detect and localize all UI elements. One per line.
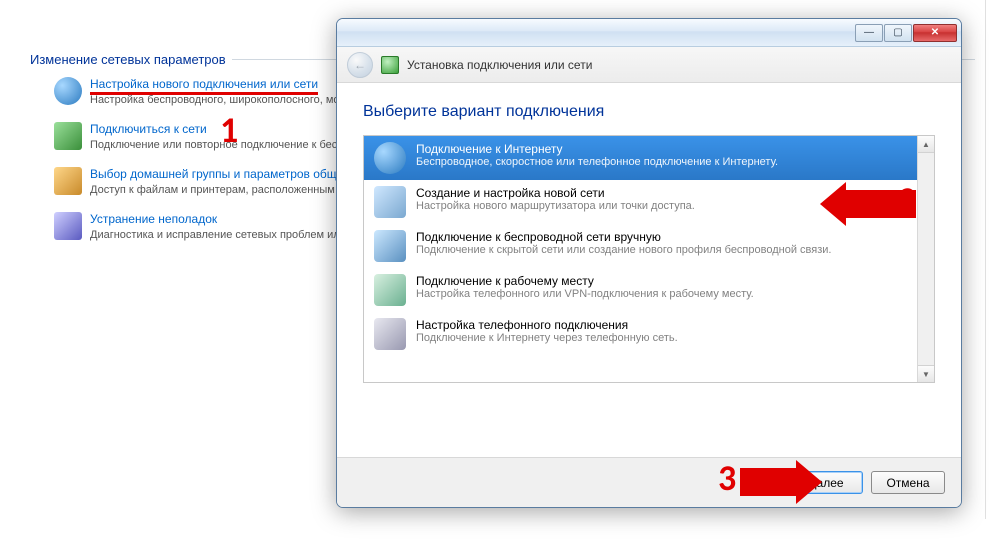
annotation-number-1: 1 <box>220 108 238 152</box>
wireless-icon <box>374 230 406 262</box>
option-subtitle: Настройка нового маршрутизатора или точк… <box>416 200 695 212</box>
close-button[interactable]: ✕ <box>913 24 957 42</box>
annotation-number-2: 2 <box>898 178 916 222</box>
scroll-down-icon[interactable]: ▼ <box>918 365 934 382</box>
annotation-number-3: 3 <box>718 456 736 500</box>
router-icon <box>374 186 406 218</box>
dialog-heading: Выберите вариант подключения <box>363 103 935 121</box>
option-wireless-manual[interactable]: Подключение к беспроводной сети вручную … <box>364 224 917 268</box>
connect-icon <box>54 122 82 150</box>
scrollbar[interactable]: ▲ ▼ <box>917 136 934 382</box>
phone-icon <box>374 318 406 350</box>
scroll-up-icon[interactable]: ▲ <box>918 136 934 153</box>
option-title: Подключение к рабочему месту <box>416 274 754 288</box>
option-title: Настройка телефонного подключения <box>416 318 678 332</box>
globe-icon <box>54 77 82 105</box>
option-subtitle: Беспроводное, скоростное или телефонное … <box>416 156 778 168</box>
minimize-button[interactable]: — <box>855 24 883 42</box>
back-button[interactable]: ← <box>347 52 373 78</box>
dialog-title: Установка подключения или сети <box>407 58 592 72</box>
option-dialup[interactable]: Настройка телефонного подключения Подклю… <box>364 312 917 356</box>
internet-globe-icon <box>374 142 406 174</box>
option-title: Подключение к беспроводной сети вручную <box>416 230 831 244</box>
wizard-icon <box>381 56 399 74</box>
option-internet[interactable]: Подключение к Интернету Беспроводное, ск… <box>364 136 917 180</box>
option-title: Создание и настройка новой сети <box>416 186 695 200</box>
option-workplace[interactable]: Подключение к рабочему месту Настройка т… <box>364 268 917 312</box>
link-troubleshoot[interactable]: Устранение неполадок <box>90 212 217 226</box>
option-subtitle: Настройка телефонного или VPN-подключени… <box>416 288 754 300</box>
titlebar[interactable]: — ▢ ✕ <box>337 19 961 47</box>
section-title: Изменение сетевых параметров <box>30 52 226 67</box>
troubleshoot-icon <box>54 212 82 240</box>
dialog-navbar: ← Установка подключения или сети <box>337 47 961 83</box>
briefcase-icon <box>374 274 406 306</box>
option-subtitle: Подключение к скрытой сети или создание … <box>416 244 831 256</box>
homegroup-icon <box>54 167 82 195</box>
maximize-button[interactable]: ▢ <box>884 24 912 42</box>
cancel-button[interactable]: Отмена <box>871 471 945 494</box>
option-subtitle: Подключение к Интернету через телефонную… <box>416 332 678 344</box>
dialog-footer: Далее Отмена <box>337 457 961 507</box>
setup-connection-dialog: — ▢ ✕ ← Установка подключения или сети В… <box>336 18 962 508</box>
link-connect[interactable]: Подключиться к сети <box>90 122 207 136</box>
options-listbox[interactable]: Подключение к Интернету Беспроводное, ск… <box>363 135 935 383</box>
option-title: Подключение к Интернету <box>416 142 778 156</box>
dialog-body: Выберите вариант подключения Подключение… <box>337 83 961 391</box>
annotation-arrow-3 <box>740 460 822 504</box>
